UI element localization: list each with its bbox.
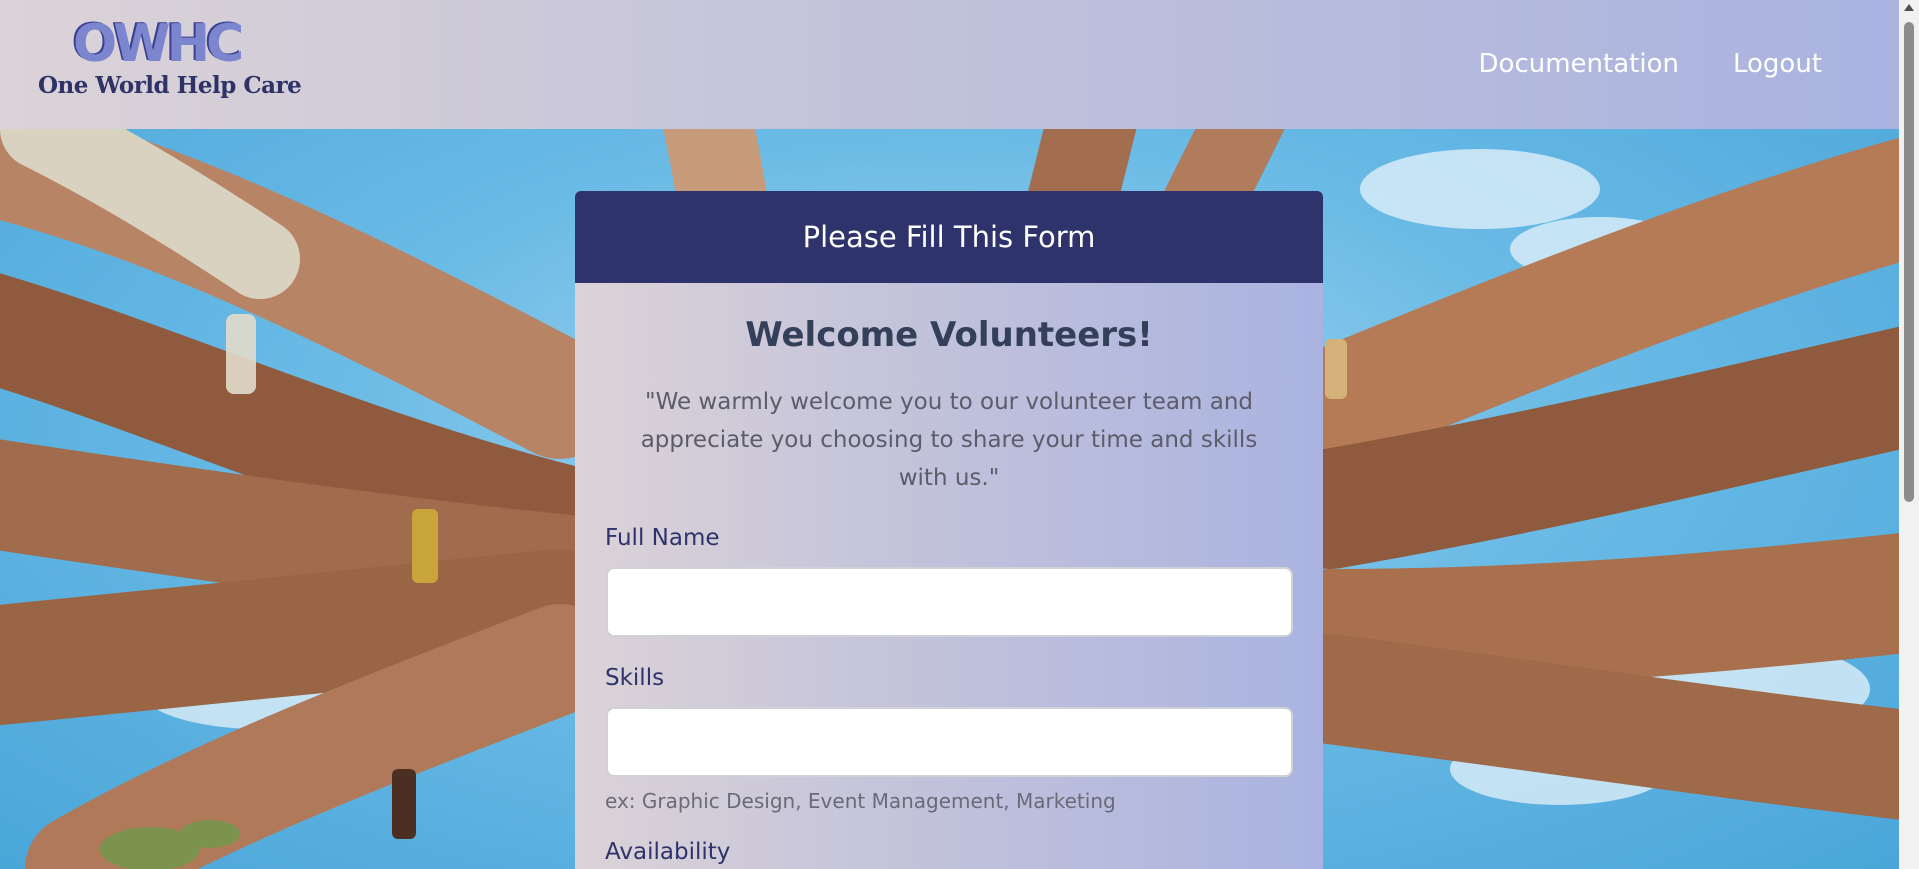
form-header: Please Fill This Form <box>575 191 1323 283</box>
top-nav: Documentation Logout <box>1479 44 1822 84</box>
scrollbar-thumb[interactable] <box>1904 22 1914 502</box>
scroll-up-arrow-icon[interactable] <box>1904 4 1914 11</box>
logo-mark: OWHC <box>73 14 244 74</box>
page-scrollbar[interactable] <box>1899 0 1919 869</box>
volunteer-form-card: Please Fill This Form Welcome Volunteers… <box>575 191 1323 869</box>
site-logo[interactable]: OWHC One World Help Care <box>38 14 302 102</box>
skills-input[interactable] <box>606 707 1293 777</box>
nav-logout-link[interactable]: Logout <box>1733 44 1822 84</box>
form-title: Welcome Volunteers! <box>745 315 1153 355</box>
nav-documentation-link[interactable]: Documentation <box>1479 44 1679 84</box>
logo-text: One World Help Care <box>38 72 302 99</box>
welcome-quote: "We warmly welcome you to our volunteer … <box>640 389 1258 491</box>
skills-label: Skills <box>605 665 665 691</box>
site-header: OWHC One World Help Care Documentation L… <box>0 0 1899 129</box>
full-name-label: Full Name <box>605 525 720 551</box>
skills-help-text: ex: Graphic Design, Event Management, Ma… <box>605 789 1116 813</box>
full-name-input[interactable] <box>606 567 1293 637</box>
availability-label: Availability <box>605 839 731 865</box>
